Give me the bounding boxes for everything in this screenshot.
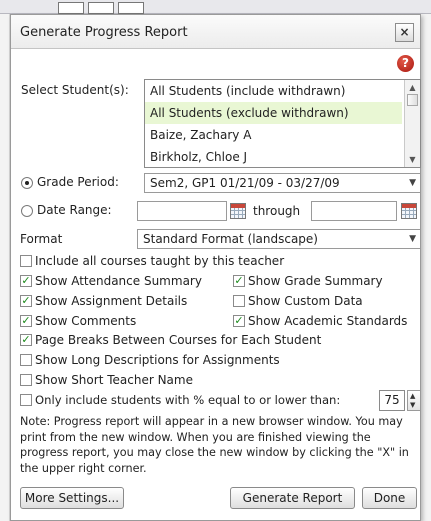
through-label: through	[253, 204, 301, 218]
help-icon[interactable]: ?	[397, 55, 414, 72]
checkbox-label: Show Short Teacher Name	[35, 373, 193, 387]
dialog-titlebar: Generate Progress Report ×	[11, 15, 420, 49]
progress-report-note: Note: Progress report will appear in a n…	[20, 415, 409, 475]
generate-progress-report-dialog: Generate Progress Report × ? Select Stud…	[10, 14, 421, 521]
checkbox-label: Show Assignment Details	[35, 294, 188, 308]
check-icon[interactable]: ✓	[20, 334, 32, 346]
check-icon[interactable]: ✓	[20, 295, 32, 307]
grade-period-radio[interactable]	[21, 177, 33, 189]
calendar-icon[interactable]	[401, 203, 417, 219]
check-icon[interactable]: ✓	[233, 315, 245, 327]
date-range-from-input[interactable]	[137, 201, 227, 221]
checkbox-label: Show Custom Data	[248, 294, 363, 308]
dialog-title: Generate Progress Report	[20, 25, 188, 40]
background-browser-strip	[0, 0, 431, 14]
select-students-label: Select Student(s):	[21, 83, 129, 97]
checkbox-label: Page Breaks Between Courses for Each Stu…	[35, 333, 322, 347]
check-icon[interactable]: ✓	[20, 315, 32, 327]
check-icon[interactable]: ✓	[20, 275, 32, 287]
grade-period-value: Sem2, GP1 01/21/09 - 03/27/09	[150, 176, 340, 190]
chevron-down-icon: ▼	[409, 234, 416, 244]
checkbox-label: Show Grade Summary	[248, 274, 383, 288]
format-label: Format	[20, 232, 63, 246]
student-list-scrollbar[interactable]: ▲ ▼	[404, 80, 420, 167]
date-range-to-input[interactable]	[311, 201, 397, 221]
format-value: Standard Format (landscape)	[143, 232, 318, 246]
close-icon[interactable]: ×	[395, 23, 414, 42]
checkbox-label: Show Academic Standards	[248, 314, 408, 328]
background-panel-right	[421, 14, 431, 521]
checkbox-label: Show Attendance Summary	[35, 274, 202, 288]
calendar-icon[interactable]	[230, 203, 246, 219]
more-settings-button[interactable]: More Settings...	[20, 487, 124, 509]
checkbox-box[interactable]	[233, 295, 245, 307]
checkbox-label: Show Long Descriptions for Assignments	[35, 353, 280, 367]
grade-period-select[interactable]: Sem2, GP1 01/21/09 - 03/27/09 ▼	[144, 173, 421, 193]
student-option[interactable]: Birkholz, Chloe J	[145, 146, 402, 167]
checkbox-label: Include all courses taught by this teach…	[35, 254, 285, 268]
percent-threshold-stepper[interactable]: ▲ ▼	[407, 390, 421, 411]
stepper-down-icon[interactable]: ▼	[410, 401, 415, 409]
student-listbox[interactable]: All Students (include withdrawn) All Stu…	[144, 79, 421, 168]
chevron-down-icon: ▼	[409, 178, 416, 188]
checkbox-box[interactable]	[20, 394, 32, 406]
format-select[interactable]: Standard Format (landscape) ▼	[137, 229, 421, 249]
student-option[interactable]: All Students (include withdrawn)	[145, 80, 402, 102]
background-tab	[118, 2, 144, 14]
background-panel-left	[0, 14, 10, 521]
stepper-up-icon[interactable]: ▲	[410, 392, 415, 400]
background-tab	[58, 2, 84, 14]
grade-period-label: Grade Period:	[37, 175, 119, 189]
checkbox-label: Show Comments	[35, 314, 137, 328]
background-tab	[88, 2, 114, 14]
scroll-up-icon[interactable]: ▲	[406, 81, 419, 94]
scroll-thumb[interactable]	[407, 94, 418, 106]
date-range-label: Date Range:	[37, 203, 112, 217]
date-range-radio[interactable]	[21, 205, 33, 217]
checkbox-box[interactable]	[20, 354, 32, 366]
checkbox-box[interactable]	[20, 374, 32, 386]
checkbox-label: Only include students with % equal to or…	[35, 393, 341, 407]
done-button[interactable]: Done	[362, 487, 417, 509]
student-option[interactable]: Baize, Zachary A	[145, 124, 402, 146]
check-icon[interactable]: ✓	[233, 275, 245, 287]
student-option[interactable]: All Students (exclude withdrawn)	[145, 102, 402, 124]
percent-threshold-input[interactable]: 75	[379, 390, 405, 411]
scroll-down-icon[interactable]: ▼	[406, 153, 419, 166]
generate-report-button[interactable]: Generate Report	[230, 487, 355, 509]
checkbox-box[interactable]	[20, 255, 32, 267]
